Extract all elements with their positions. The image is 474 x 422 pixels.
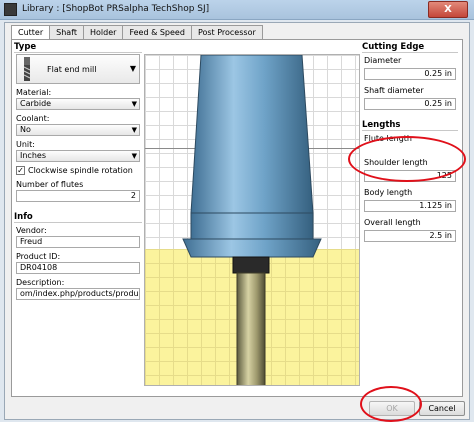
- tab-holder[interactable]: Holder: [83, 25, 124, 39]
- cancel-button[interactable]: Cancel: [419, 401, 465, 416]
- description-label: Description:: [16, 278, 65, 287]
- divider: [14, 52, 142, 53]
- end-mill-icon: [23, 57, 31, 81]
- coolant-select[interactable]: No ▼: [16, 124, 140, 136]
- coolant-value: No: [20, 125, 31, 134]
- diameter-input[interactable]: 0.25 in: [364, 68, 456, 80]
- clockwise-checkbox-row[interactable]: ✓ Clockwise spindle rotation: [16, 166, 133, 175]
- app-icon: [4, 3, 17, 16]
- chevron-down-icon: ▼: [131, 152, 137, 160]
- lengths-heading: Lengths: [362, 120, 401, 130]
- tab-feed-speed[interactable]: Feed & Speed: [122, 25, 192, 39]
- info-heading: Info: [14, 212, 33, 222]
- body-length-input[interactable]: 1.125 in: [364, 200, 456, 212]
- cutter-shaft: [236, 272, 266, 385]
- divider: [362, 52, 458, 53]
- tab-post-processor[interactable]: Post Processor: [190, 25, 263, 39]
- right-panel: Cutting Edge Diameter 0.25 in Shaft diam…: [362, 42, 460, 394]
- window-title: Library : [ShopBot PRSalpha TechShop SJ]: [22, 4, 210, 14]
- left-panel: Type Flat end mill ▼ Material: Carbide ▼…: [14, 42, 144, 394]
- divider: [362, 130, 458, 131]
- material-select[interactable]: Carbide ▼: [16, 98, 140, 110]
- unit-label: Unit:: [16, 140, 35, 149]
- clockwise-label: Clockwise spindle rotation: [28, 166, 133, 175]
- type-heading: Type: [14, 42, 37, 52]
- tool-drawing: [182, 55, 322, 385]
- tab-cutter[interactable]: Cutter: [11, 25, 51, 40]
- diameter-label: Diameter: [364, 56, 402, 65]
- tool-type-value: Flat end mill: [47, 65, 97, 74]
- material-value: Carbide: [20, 99, 52, 108]
- collet: [232, 256, 270, 274]
- library-dialog: Cutter Shaft Holder Feed & Speed Post Pr…: [4, 22, 470, 420]
- unit-select[interactable]: Inches ▼: [16, 150, 140, 162]
- description-input[interactable]: om/index.php/products/product/04-108: [16, 288, 140, 300]
- shaft-diameter-label: Shaft diameter: [364, 86, 424, 95]
- holder-taper: [190, 55, 314, 214]
- overall-length-input[interactable]: 2.5 in: [364, 230, 456, 242]
- vendor-label: Vendor:: [16, 226, 47, 235]
- coolant-label: Coolant:: [16, 114, 50, 123]
- annotation-circle-shoulder: [348, 136, 466, 182]
- annotation-circle-ok: [360, 386, 422, 422]
- product-id-input[interactable]: DR04108: [16, 262, 140, 274]
- flutes-label: Number of flutes: [16, 180, 84, 189]
- body-length-label: Body length: [364, 188, 413, 197]
- holder-ring: [190, 212, 314, 240]
- tab-bar: Cutter Shaft Holder Feed & Speed Post Pr…: [11, 25, 263, 40]
- shaft-diameter-input[interactable]: 0.25 in: [364, 98, 456, 110]
- clockwise-checkbox[interactable]: ✓: [16, 166, 25, 175]
- product-id-label: Product ID:: [16, 252, 61, 261]
- title-bar: Library : [ShopBot PRSalpha TechShop SJ]…: [0, 0, 474, 20]
- tool-preview: [144, 54, 360, 386]
- holder-nut: [182, 238, 322, 258]
- material-label: Material:: [16, 88, 52, 97]
- cutter-tab-panel: Type Flat end mill ▼ Material: Carbide ▼…: [11, 39, 463, 397]
- chevron-down-icon: ▼: [131, 100, 137, 108]
- unit-value: Inches: [20, 151, 46, 160]
- cutting-edge-heading: Cutting Edge: [362, 42, 425, 52]
- window-close-button[interactable]: X: [428, 1, 468, 18]
- chevron-down-icon: ▼: [129, 64, 136, 73]
- vendor-input[interactable]: Freud: [16, 236, 140, 248]
- divider: [14, 222, 142, 223]
- tool-type-dropdown[interactable]: Flat end mill ▼: [16, 54, 140, 84]
- chevron-down-icon: ▼: [131, 126, 137, 134]
- tab-shaft[interactable]: Shaft: [49, 25, 85, 39]
- overall-length-label: Overall length: [364, 218, 421, 227]
- flutes-input[interactable]: 2: [16, 190, 140, 202]
